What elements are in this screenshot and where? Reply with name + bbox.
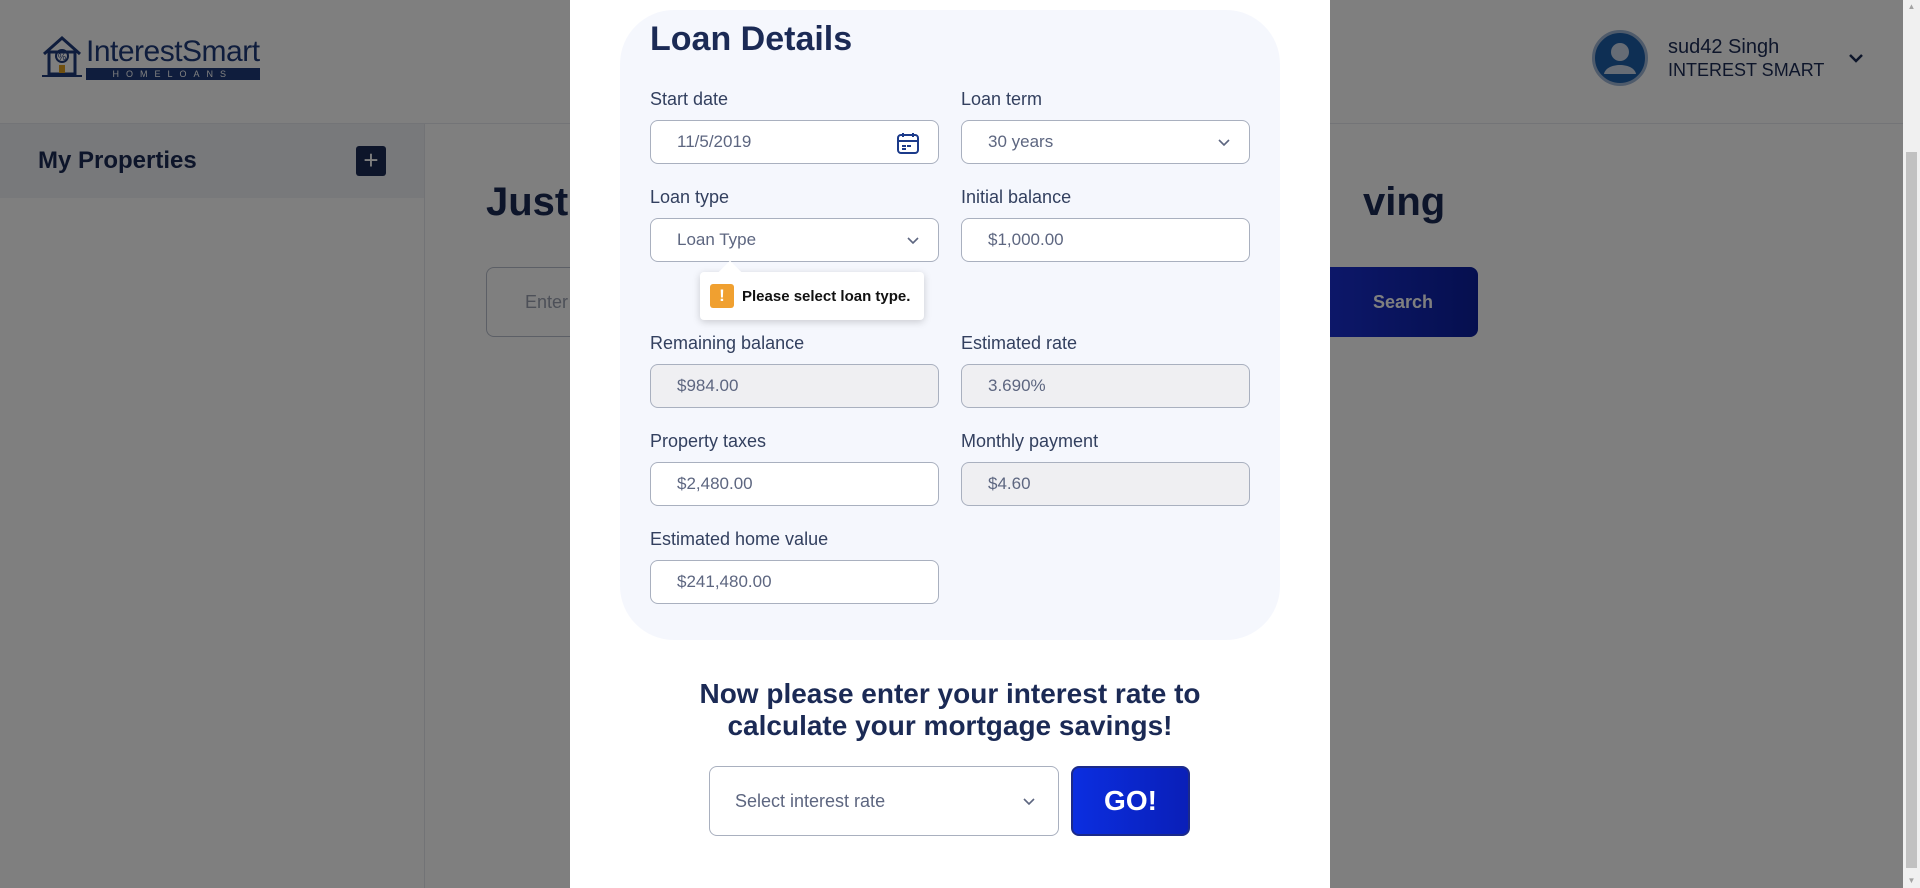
estimated-rate-label: Estimated rate bbox=[961, 333, 1078, 353]
calendar-icon[interactable] bbox=[896, 131, 920, 155]
loan-term-select[interactable]: 30 years bbox=[961, 120, 1250, 164]
prompt-line-1: Now please enter your interest rate to bbox=[699, 678, 1201, 709]
loan-type-label: Loan type bbox=[650, 187, 730, 207]
interest-rate-select[interactable]: Select interest rate bbox=[709, 766, 1059, 836]
property-taxes-value: $2,480.00 bbox=[677, 474, 753, 493]
monthly-payment-field: $4.60 bbox=[961, 462, 1250, 506]
start-date-label: Start date bbox=[650, 89, 729, 109]
estimated-home-value-input[interactable]: $241,480.00 bbox=[650, 560, 939, 604]
validation-message: Please select loan type. bbox=[742, 287, 911, 305]
chevron-down-icon bbox=[1218, 139, 1230, 147]
scroll-up-arrow-icon[interactable]: ▲ bbox=[1907, 2, 1916, 11]
interest-rate-value: Select interest rate bbox=[735, 791, 886, 811]
estimated-rate-field: 3.690% bbox=[961, 364, 1250, 408]
start-date-value: 11/5/2019 bbox=[677, 132, 752, 151]
estimated-home-value-value: $241,480.00 bbox=[677, 572, 772, 591]
loan-term-value: 30 years bbox=[988, 132, 1054, 151]
loan-details-modal: Loan Details Start date 11/5/2019 Loan t… bbox=[570, 0, 1330, 888]
loan-type-value: Loan Type bbox=[677, 230, 757, 249]
loan-type-select[interactable]: Loan Type bbox=[650, 218, 939, 262]
initial-balance-input[interactable]: $1,000.00 bbox=[961, 218, 1250, 262]
prompt-line-2: calculate your mortgage savings! bbox=[727, 710, 1173, 741]
estimated-rate-value: 3.690% bbox=[988, 376, 1046, 395]
property-taxes-input[interactable]: $2,480.00 bbox=[650, 462, 939, 506]
go-button[interactable]: GO! bbox=[1071, 766, 1190, 836]
scroll-down-arrow-icon[interactable]: ▼ bbox=[1907, 876, 1916, 885]
initial-balance-label: Initial balance bbox=[961, 187, 1072, 207]
page-scrollbar[interactable]: ▲ ▼ bbox=[1903, 0, 1920, 888]
estimated-home-value-label: Estimated home value bbox=[650, 529, 829, 549]
chevron-down-icon bbox=[1023, 798, 1035, 806]
scrollbar-thumb[interactable] bbox=[1906, 152, 1917, 868]
validation-tooltip: ! Please select loan type. bbox=[700, 272, 924, 320]
warning-icon: ! bbox=[710, 284, 734, 308]
remaining-balance-value: $984.00 bbox=[677, 376, 739, 395]
card-title: Loan Details bbox=[650, 20, 853, 58]
remaining-balance-label: Remaining balance bbox=[650, 333, 805, 353]
start-date-field[interactable]: 11/5/2019 bbox=[650, 120, 939, 164]
monthly-payment-label: Monthly payment bbox=[961, 431, 1099, 451]
monthly-payment-value: $4.60 bbox=[988, 474, 1031, 493]
interest-rate-prompt: Now please enter your interest rate to c… bbox=[570, 678, 1330, 742]
initial-balance-value: $1,000.00 bbox=[988, 230, 1064, 249]
loan-details-card: Loan Details Start date 11/5/2019 Loan t… bbox=[620, 10, 1280, 640]
loan-term-label: Loan term bbox=[961, 89, 1043, 109]
property-taxes-label: Property taxes bbox=[650, 431, 767, 451]
chevron-down-icon bbox=[907, 237, 919, 245]
remaining-balance-field: $984.00 bbox=[650, 364, 939, 408]
